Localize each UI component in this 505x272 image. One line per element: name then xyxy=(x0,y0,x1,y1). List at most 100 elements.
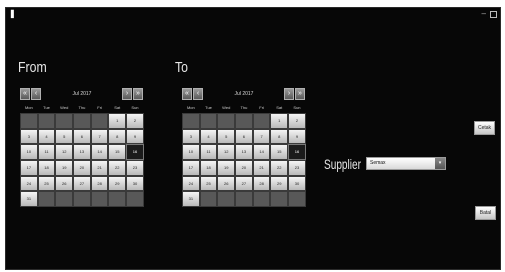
day-cell[interactable]: 20 xyxy=(73,160,91,176)
day-cell[interactable]: 2 xyxy=(126,113,144,129)
day-cell[interactable]: 19 xyxy=(55,160,74,176)
empty-day-cell xyxy=(235,113,253,129)
from-next-button[interactable]: › xyxy=(122,88,132,100)
day-cell[interactable]: 7 xyxy=(90,128,109,145)
chevron-down-icon[interactable]: ▾ xyxy=(435,158,445,169)
day-cell[interactable]: 21 xyxy=(90,160,109,176)
day-cell[interactable]: 20 xyxy=(235,160,253,176)
day-cell[interactable]: 13 xyxy=(73,144,91,161)
day-cell[interactable]: 7 xyxy=(252,128,271,145)
day-cell[interactable]: 25 xyxy=(199,175,218,192)
weekday-label: Mon xyxy=(24,105,33,110)
to-last-button[interactable]: » xyxy=(295,88,305,100)
day-cell[interactable]: 29 xyxy=(108,175,127,192)
day-cell[interactable]: 14 xyxy=(90,144,109,161)
empty-day-cell xyxy=(182,113,200,129)
empty-day-cell xyxy=(199,191,218,208)
day-cell[interactable]: 8 xyxy=(270,128,289,145)
day-cell[interactable]: 12 xyxy=(217,144,236,161)
empty-day-cell xyxy=(288,191,306,208)
empty-day-cell xyxy=(252,191,271,208)
day-cell[interactable]: 4 xyxy=(199,128,218,145)
weekday-label: Fri xyxy=(259,105,264,110)
weekday-label: Tue xyxy=(43,105,50,110)
day-cell[interactable]: 15 xyxy=(108,144,127,161)
minimize-button[interactable]: – xyxy=(482,9,486,18)
print-button[interactable]: Cetak xyxy=(474,121,495,135)
empty-day-cell xyxy=(90,191,109,208)
day-cell[interactable]: 24 xyxy=(20,175,38,192)
to-next-button[interactable]: › xyxy=(284,88,294,100)
day-cell[interactable]: 14 xyxy=(252,144,271,161)
day-cell[interactable]: 26 xyxy=(55,175,74,192)
day-cell[interactable]: 19 xyxy=(217,160,236,176)
day-cell[interactable]: 26 xyxy=(217,175,236,192)
day-cell[interactable]: 21 xyxy=(252,160,271,176)
day-cell[interactable]: 12 xyxy=(55,144,74,161)
day-cell[interactable]: 11 xyxy=(37,144,56,161)
day-cell[interactable]: 3 xyxy=(20,128,38,145)
weekday-label: Thu xyxy=(78,105,86,110)
day-cell[interactable]: 22 xyxy=(108,160,127,176)
day-cell[interactable]: 31 xyxy=(182,191,200,208)
day-cell[interactable]: 6 xyxy=(235,128,253,145)
day-cell[interactable]: 5 xyxy=(217,128,236,145)
day-cell[interactable]: 5 xyxy=(55,128,74,145)
day-cell[interactable]: 9 xyxy=(126,128,144,145)
from-heading: From xyxy=(18,59,47,76)
day-cell[interactable]: 8 xyxy=(108,128,127,145)
empty-day-cell xyxy=(90,113,109,129)
day-cell[interactable]: 2 xyxy=(288,113,306,129)
supplier-select[interactable]: Semax ▾ xyxy=(366,157,446,170)
day-cell[interactable]: 17 xyxy=(182,160,200,176)
day-cell[interactable]: 23 xyxy=(126,160,144,176)
day-cell[interactable]: 28 xyxy=(90,175,109,192)
day-cell[interactable]: 17 xyxy=(20,160,38,176)
day-cell[interactable]: 15 xyxy=(270,144,289,161)
day-cell[interactable]: 10 xyxy=(182,144,200,161)
cancel-button[interactable]: Batal xyxy=(475,206,496,220)
empty-day-cell xyxy=(217,191,236,208)
to-calendar: « ‹ Jul 2017 › » Mon Tue Wed Thu Fri Sat… xyxy=(182,88,306,228)
day-cell[interactable]: 27 xyxy=(73,175,91,192)
weekday-label: Sun xyxy=(293,105,301,110)
from-last-button[interactable]: » xyxy=(133,88,143,100)
selected-day-cell[interactable]: 16 xyxy=(126,144,144,161)
day-cell[interactable]: 30 xyxy=(126,175,144,192)
day-cell[interactable]: 18 xyxy=(37,160,56,176)
day-cell[interactable]: 6 xyxy=(73,128,91,145)
empty-day-cell xyxy=(235,191,253,208)
day-cell[interactable]: 1 xyxy=(270,113,289,129)
day-cell[interactable]: 11 xyxy=(199,144,218,161)
day-cell[interactable]: 18 xyxy=(199,160,218,176)
day-cell[interactable]: 27 xyxy=(235,175,253,192)
to-day-grid: 1 2 3 4 5 6 7 8 9 10 11 12 13 14 15 16 17 18 19 20 21 22 23 24 2… xyxy=(182,113,306,208)
empty-day-cell xyxy=(37,113,56,129)
selected-day-cell[interactable]: 16 xyxy=(288,144,306,161)
empty-day-cell xyxy=(217,113,236,129)
day-cell[interactable]: 3 xyxy=(182,128,200,145)
day-cell[interactable]: 25 xyxy=(37,175,56,192)
day-cell[interactable]: 13 xyxy=(235,144,253,161)
app-window: ❚ – From « ‹ Jul 2017 › » Mon Tue Wed Th… xyxy=(5,7,501,270)
to-weekday-row: Mon Tue Wed Thu Fri Sat Sun xyxy=(182,104,306,111)
day-cell[interactable]: 28 xyxy=(252,175,271,192)
day-cell[interactable]: 1 xyxy=(108,113,127,129)
day-cell[interactable]: 4 xyxy=(37,128,56,145)
maximize-button[interactable] xyxy=(490,11,497,18)
day-cell[interactable]: 30 xyxy=(288,175,306,192)
day-cell[interactable]: 22 xyxy=(270,160,289,176)
empty-day-cell xyxy=(108,191,127,208)
weekday-label: Thu xyxy=(240,105,248,110)
supplier-label: Supplier xyxy=(324,156,361,172)
from-weekday-row: Mon Tue Wed Thu Fri Sat Sun xyxy=(20,104,144,111)
weekday-label: Sun xyxy=(131,105,139,110)
day-cell[interactable]: 10 xyxy=(20,144,38,161)
day-cell[interactable]: 29 xyxy=(270,175,289,192)
empty-day-cell xyxy=(126,191,144,208)
day-cell[interactable]: 24 xyxy=(182,175,200,192)
day-cell[interactable]: 31 xyxy=(20,191,38,208)
day-cell[interactable]: 23 xyxy=(288,160,306,176)
weekday-label: Wed xyxy=(60,105,69,110)
day-cell[interactable]: 9 xyxy=(288,128,306,145)
